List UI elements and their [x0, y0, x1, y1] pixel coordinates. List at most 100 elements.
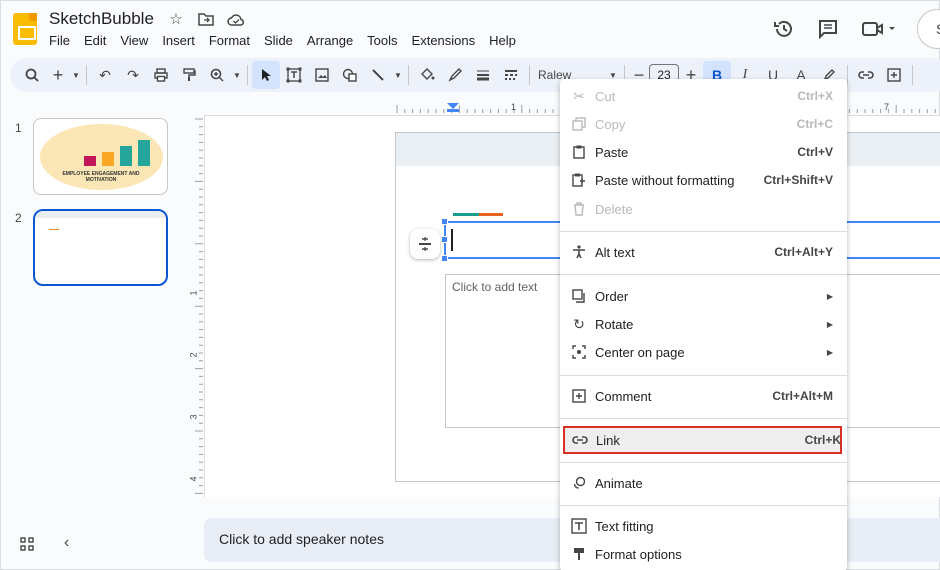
- toolbar-divider: [847, 65, 848, 85]
- image-icon[interactable]: [308, 61, 336, 89]
- line-icon[interactable]: [364, 61, 392, 89]
- menu-label: Alt text: [595, 244, 635, 260]
- ruler-mark: 1: [511, 102, 517, 112]
- border-weight-icon[interactable]: [469, 61, 497, 89]
- clipboard-icon: [570, 143, 588, 161]
- menu-label: Delete: [595, 201, 633, 217]
- version-history-icon[interactable]: [771, 16, 797, 42]
- menu-file[interactable]: File: [49, 33, 77, 48]
- grid-view-icon[interactable]: [20, 537, 34, 554]
- menu-item-alt-text[interactable]: Alt text Ctrl+Alt+Y: [560, 240, 847, 264]
- menu-shortcut: Ctrl+X: [797, 89, 833, 103]
- menu-separator: [560, 462, 847, 463]
- menu-separator: [560, 274, 847, 275]
- menu-label: Cut: [595, 88, 616, 104]
- paint-format-icon[interactable]: [175, 61, 203, 89]
- vertical-align-icon[interactable]: [410, 229, 440, 259]
- border-dash-icon[interactable]: [497, 61, 525, 89]
- menu-label: Link: [596, 432, 620, 448]
- chevron-down-icon[interactable]: ▼: [231, 61, 243, 89]
- move-folder-icon[interactable]: [196, 10, 216, 28]
- new-slide-icon[interactable]: +: [46, 61, 70, 89]
- body-placeholder-text: Click to add text: [452, 280, 538, 294]
- menu-item-paste[interactable]: Paste Ctrl+V: [560, 140, 847, 164]
- menu-format[interactable]: Format: [209, 33, 257, 48]
- menu-item-link[interactable]: Link Ctrl+K: [563, 426, 842, 454]
- slides-logo-icon[interactable]: [13, 13, 37, 45]
- chevron-down-icon[interactable]: ▼: [392, 61, 404, 89]
- toolbar-divider: [529, 65, 530, 85]
- menu-item-rotate[interactable]: ↻ Rotate ▶: [560, 312, 847, 336]
- trash-icon: [570, 200, 588, 218]
- rotate-icon: ↻: [573, 315, 585, 332]
- header-actions: S: [771, 9, 940, 49]
- fill-color-icon[interactable]: [413, 61, 441, 89]
- menu-separator: [560, 375, 847, 376]
- thumbnail-bar: [102, 152, 114, 166]
- vertical-ruler[interactable]: [191, 115, 205, 495]
- thumbnail-bar: [84, 156, 96, 166]
- format-options-icon: [570, 545, 588, 563]
- ruler-mark: 4: [188, 476, 199, 482]
- redo-icon[interactable]: ↷: [119, 61, 147, 89]
- zoom-icon[interactable]: [203, 61, 231, 89]
- menu-shortcut: Ctrl+Alt+Y: [774, 245, 833, 259]
- toolbar-divider: [408, 65, 409, 85]
- menu-view[interactable]: View: [120, 33, 155, 48]
- resize-handle[interactable]: [441, 236, 448, 243]
- menu-item-text-fitting[interactable]: Text fitting: [560, 514, 847, 538]
- border-color-icon[interactable]: [441, 61, 469, 89]
- collapse-filmstrip-icon[interactable]: ‹: [64, 534, 69, 552]
- shape-icon[interactable]: [336, 61, 364, 89]
- slide-accent-orange: [479, 213, 503, 216]
- menu-item-delete[interactable]: Delete: [560, 197, 847, 221]
- meet-icon[interactable]: [859, 16, 899, 42]
- add-comment-icon[interactable]: [880, 61, 908, 89]
- menu-separator: [560, 231, 847, 232]
- menu-item-paste-without-formatting[interactable]: Paste without formatting Ctrl+Shift+V: [560, 168, 847, 192]
- select-cursor-icon[interactable]: [252, 61, 280, 89]
- link-row: Link Ctrl+K: [562, 428, 849, 452]
- menu-item-comment[interactable]: Comment Ctrl+Alt+M: [560, 384, 847, 408]
- ruler-mark: 2: [188, 352, 199, 358]
- accessibility-icon: [570, 243, 588, 261]
- star-icon[interactable]: ☆: [166, 10, 186, 28]
- menu-item-animate[interactable]: Animate: [560, 471, 847, 495]
- menu-edit[interactable]: Edit: [84, 33, 113, 48]
- ruler-mark: 3: [188, 414, 199, 420]
- thumbnail-accent: [49, 229, 59, 230]
- insert-link-icon[interactable]: [852, 61, 880, 89]
- text-box-icon[interactable]: [280, 61, 308, 89]
- menu-tools[interactable]: Tools: [367, 33, 404, 48]
- print-icon[interactable]: [147, 61, 175, 89]
- menu-arrange[interactable]: Arrange: [307, 33, 360, 48]
- undo-icon[interactable]: ↶: [91, 61, 119, 89]
- menu-label: Copy: [595, 116, 626, 132]
- cloud-saved-icon[interactable]: [226, 10, 246, 28]
- ruler-mark: 1: [188, 290, 199, 296]
- menu-item-format-options[interactable]: Format options: [560, 542, 847, 566]
- menu-slide[interactable]: Slide: [264, 33, 300, 48]
- slide-number: 1: [15, 121, 22, 135]
- menu-item-cut[interactable]: ✂ Cut Ctrl+X: [560, 84, 847, 108]
- chevron-down-icon[interactable]: ▼: [70, 61, 82, 89]
- document-title[interactable]: SketchBubble: [49, 9, 154, 29]
- resize-handle[interactable]: [441, 218, 448, 225]
- menu-help[interactable]: Help: [489, 33, 523, 48]
- resize-handle[interactable]: [441, 255, 448, 262]
- thumbnail-caption: EMPLOYEE ENGAGEMENT AND MOTIVATION: [62, 171, 140, 183]
- order-icon: [570, 287, 588, 305]
- speaker-notes-placeholder: Click to add speaker notes: [219, 531, 384, 547]
- comments-icon[interactable]: [815, 16, 841, 42]
- search-menus-icon[interactable]: [18, 61, 46, 89]
- context-menu: ✂ Cut Ctrl+X Copy Ctrl+C Paste Ctrl+V Pa…: [560, 79, 847, 570]
- menu-item-order[interactable]: Order ▶: [560, 284, 847, 308]
- menu-item-center-on-page[interactable]: Center on page ▶: [560, 340, 847, 364]
- slide-thumbnail-2[interactable]: [33, 209, 168, 286]
- avatar[interactable]: S: [917, 9, 940, 49]
- menu-item-copy[interactable]: Copy Ctrl+C: [560, 112, 847, 136]
- menu-extensions[interactable]: Extensions: [412, 33, 483, 48]
- menu-insert[interactable]: Insert: [162, 33, 202, 48]
- menu-label: Animate: [595, 475, 643, 491]
- slide-thumbnail-1[interactable]: EMPLOYEE ENGAGEMENT AND MOTIVATION: [33, 118, 168, 195]
